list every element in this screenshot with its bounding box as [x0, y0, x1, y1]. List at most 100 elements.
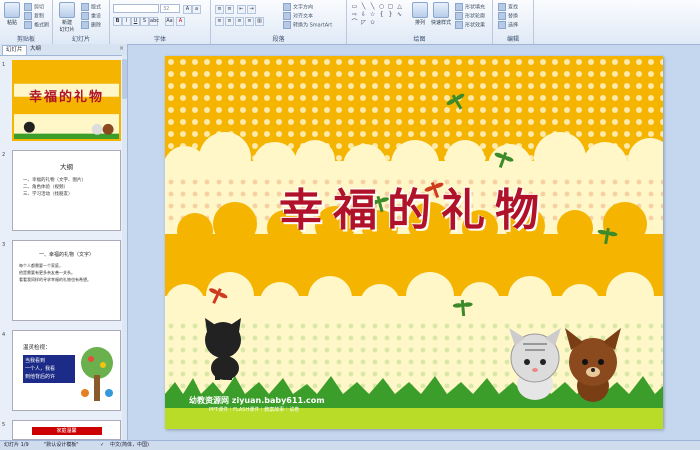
layout-button[interactable]: 版式 [81, 3, 101, 11]
decrease-indent-button[interactable]: ⇤ [237, 5, 246, 14]
shape-effects-button[interactable]: 形状效果 [455, 21, 485, 29]
slide-thumbnail-5[interactable]: 家庭温馨 [12, 420, 121, 440]
clipboard-label: 剪贴板 [16, 36, 35, 43]
thumb-4-line: 到他背后的许 [25, 374, 56, 380]
align-left-button[interactable]: ≡ [215, 17, 224, 26]
line-shape-icon[interactable]: ╲ [359, 3, 368, 10]
star-shape-icon[interactable]: ☆ [368, 11, 377, 18]
callout-shape-icon[interactable]: ◸ [359, 19, 368, 26]
thumb-2-line: 三、学习活动（找朋友） [23, 192, 73, 197]
tab-slides[interactable]: 幻灯片 [2, 45, 27, 55]
pane-tabs: 幻灯片 大纲 × [0, 44, 127, 56]
triangle-shape-icon[interactable]: △ [395, 3, 404, 10]
font-name-field[interactable] [113, 4, 159, 13]
smartart-icon [283, 21, 291, 29]
tab-outline[interactable]: 大纲 [27, 45, 44, 54]
thumb-2-title: 大纲 [60, 163, 73, 171]
delete-icon [81, 21, 89, 29]
paragraph-group: ≡ ≡ ⇤ ⇥ ≡ ≡ ≡ ≡ ▥ 文字方向 对齐文本 转换为 SmartArt… [211, 0, 347, 44]
arrow-right-shape-icon[interactable]: ⇨ [350, 11, 359, 18]
thumb-3-line: 看看我同样的寻求幸福的礼物也有希望。 [19, 277, 91, 282]
brace-close-shape-icon[interactable]: } [386, 11, 395, 18]
thumb-4-textbox: 当我看到 一个人，我看 到他背后的许 [23, 355, 75, 383]
editing-group: 查找 替换 选择 编辑 [493, 0, 534, 44]
binoculars-icon [498, 3, 506, 11]
quick-styles-button[interactable]: 快速样式 [431, 2, 451, 26]
arrow-down-shape-icon[interactable]: ⇩ [359, 11, 368, 18]
align-center-button[interactable]: ≡ [225, 17, 234, 26]
text-direction-icon [283, 3, 291, 11]
change-case-button[interactable]: Aa [165, 17, 174, 26]
thumb-5-title: 家庭温馨 [31, 427, 102, 435]
slide-number: 5 [2, 422, 6, 428]
grow-font-button[interactable]: A [183, 5, 192, 14]
watermark-url: ziyuan.baby611.com [231, 396, 325, 405]
shape-fill-button[interactable]: 形状填充 [455, 3, 485, 11]
rectangle-shape-icon[interactable]: ▭ [350, 3, 359, 10]
curve-shape-icon[interactable]: ∿ [395, 11, 404, 18]
strikethrough-button[interactable]: abc [149, 17, 159, 26]
quick-styles-icon [433, 2, 449, 18]
format-painter-button[interactable]: 格式刷 [24, 21, 49, 29]
reset-icon [81, 12, 89, 20]
scrollbar-thumb[interactable] [122, 59, 127, 99]
find-button[interactable]: 查找 [498, 3, 518, 11]
font-label: 字体 [153, 36, 166, 43]
line2-shape-icon[interactable]: ╲ [368, 3, 377, 10]
delete-button[interactable]: 删除 [81, 21, 101, 29]
bullets-button[interactable]: ≡ [215, 5, 224, 14]
replace-button[interactable]: 替换 [498, 12, 518, 20]
copy-button[interactable]: 复制 [24, 12, 44, 20]
slide-thumbnail-3[interactable]: 一、幸福的礼物（文字） 每个人都需要一个家庭， 他是需要有更多亲友善一关系。 看… [12, 240, 121, 321]
text-direction-button[interactable]: 文字方向 [283, 3, 313, 11]
numbering-button[interactable]: ≡ [225, 5, 234, 14]
replace-icon [498, 12, 506, 20]
oval-shape-icon[interactable]: ○ [377, 3, 386, 10]
slide-number: 2 [2, 152, 6, 158]
cut-button[interactable]: 剪切 [24, 3, 44, 11]
slide-thumbnail-2[interactable]: 大纲 一、幸福的礼物（文字、图片） 二、角色体验（视频） 三、学习活动（找朋友） [12, 150, 121, 231]
rounded-rect-shape-icon[interactable]: ▢ [386, 3, 395, 10]
arc-shape-icon[interactable]: ⌒ [350, 19, 359, 26]
paste-button[interactable]: 粘贴 [2, 2, 22, 26]
slide-number: 3 [2, 242, 6, 248]
close-icon[interactable]: × [119, 45, 124, 52]
arrange-button[interactable]: 排列 [410, 2, 430, 26]
shadow-button[interactable]: S [140, 17, 149, 26]
bold-button[interactable]: B [113, 17, 122, 26]
columns-button[interactable]: ▥ [255, 17, 264, 26]
slide-canvas[interactable]: 幸福的礼物 幼教资源网 ziyuan.baby611.com PPT课件｜FLA… [165, 56, 663, 429]
slide-number: 4 [2, 332, 6, 338]
select-button[interactable]: 选择 [498, 21, 518, 29]
fill-icon [455, 3, 463, 11]
increase-indent-button[interactable]: ⇥ [247, 5, 256, 14]
watermark: 幼教资源网 ziyuan.baby611.com [189, 395, 325, 406]
italic-button[interactable]: I [122, 17, 131, 26]
reset-button[interactable]: 重设 [81, 12, 101, 20]
paste-icon [4, 2, 20, 18]
slide-thumbnail-1[interactable]: 幸福的礼物 [12, 60, 121, 141]
thumb-4-line: 当我看到 [25, 358, 46, 364]
drawing-group: ▭ ╲ ╲ ○ ▢ △ ⇨ ⇩ ☆ { } ∿ ⌒ ◸ ✩ 排列 快速样式 形状… [347, 0, 493, 44]
align-text-button[interactable]: 对齐文本 [283, 12, 313, 20]
underline-button[interactable]: U [131, 17, 140, 26]
smartart-button[interactable]: 转换为 SmartArt [283, 21, 332, 29]
shrink-font-button[interactable]: a [192, 5, 201, 14]
cursor-icon [498, 21, 506, 29]
align-right-button[interactable]: ≡ [235, 17, 244, 26]
thumb-2-line: 一、幸福的礼物（文字、图片） [23, 178, 86, 183]
shape-outline-button[interactable]: 形状轮廓 [455, 12, 485, 20]
slide-title[interactable]: 幸福的礼物 [165, 174, 663, 238]
slide-thumbnail-4[interactable]: 温灵检视： 当我看到 一个人，我看 到他背后的许 [12, 330, 121, 411]
thumbnail-scrollbar[interactable] [122, 55, 127, 440]
font-color-button[interactable]: A [176, 17, 185, 26]
justify-button[interactable]: ≡ [245, 17, 254, 26]
thumb-3-line: 他是需要有更多亲友善一关系。 [19, 270, 75, 275]
scissors-icon [24, 3, 32, 11]
font-size-field[interactable]: 32 [160, 4, 180, 13]
brace-shape-icon[interactable]: { [377, 11, 386, 18]
star2-shape-icon[interactable]: ✩ [368, 19, 377, 26]
new-slide-button[interactable]: 新建 幻灯片 [57, 2, 77, 33]
new-slide-icon [59, 2, 75, 18]
thumb-2-line: 二、角色体验（视频） [23, 185, 68, 190]
